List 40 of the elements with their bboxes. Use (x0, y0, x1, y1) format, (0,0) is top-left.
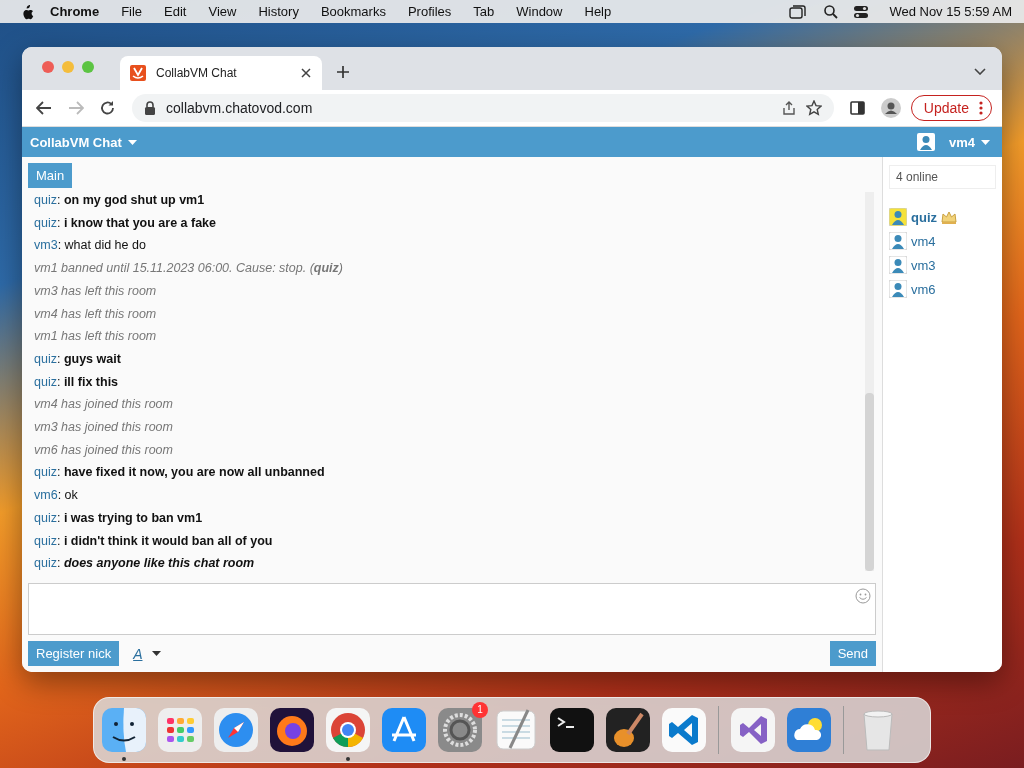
user-name[interactable]: vm4 (911, 233, 936, 249)
system-message: vm4 has joined this room (34, 396, 174, 414)
notification-badge: 1 (472, 702, 488, 718)
chat-message: vm3: what did he do (34, 237, 147, 255)
chat-message: quiz: i didn't think it would ban all of you (34, 532, 274, 550)
update-button[interactable]: Update (910, 95, 992, 121)
online-count-field: 4 online (889, 165, 996, 189)
system-message: vm6 has joined this room (34, 441, 174, 459)
menu-item[interactable]: Chrome (50, 4, 100, 19)
address-bar[interactable]: collabvm.chatovod.com (132, 94, 834, 122)
menu-item[interactable]: File (121, 4, 143, 19)
chat-message: quiz: i was trying to ban vm1 (34, 509, 204, 527)
menu-item[interactable]: View (208, 4, 237, 19)
menu-item[interactable]: Profiles (407, 4, 452, 19)
font-style-button[interactable]: A (133, 645, 162, 662)
clock-text[interactable]: Wed Nov 15 5:59 AM (889, 4, 1012, 19)
browser-tab[interactable]: CollabVM Chat (120, 56, 322, 90)
user-name[interactable]: vm6 (911, 281, 936, 297)
chat-message: quiz: on my god shut up vm1 (34, 192, 206, 210)
menu-item[interactable]: Window (516, 4, 563, 19)
system-message: vm1 banned until 15.11.2023 06:00. Cause: stop. (quiz) (34, 260, 344, 278)
chat-message: quiz: have fixed it now, you are now all unbanned (34, 464, 326, 482)
tab-title: CollabVM Chat (156, 66, 238, 80)
chat-message: quiz: i know that you are a fake (34, 214, 218, 232)
chat-message: vm6: ok (34, 487, 79, 505)
menu-item[interactable]: Edit (164, 4, 187, 19)
user-name[interactable]: quiz (911, 209, 937, 225)
chat-message: quiz: ill fix this (34, 373, 120, 391)
system-message: vm1 has left this room (34, 328, 158, 346)
system-message: vm3 has left this room (34, 282, 158, 300)
system-message: vm3 has joined this room (34, 419, 174, 437)
url-text: collabvm.chatovod.com (166, 100, 313, 116)
menu-item[interactable]: Bookmarks (320, 4, 386, 19)
system-message: vm4 has left this room (34, 305, 158, 323)
chat-message: quiz: does anyone like this chat room (34, 555, 256, 573)
menu-item[interactable]: Help (584, 4, 612, 19)
chat-message: quiz: guys wait (34, 350, 122, 368)
menu-item[interactable]: Tab (473, 4, 495, 19)
menu-item[interactable]: History (258, 4, 299, 19)
user-name[interactable]: vm3 (911, 257, 936, 273)
